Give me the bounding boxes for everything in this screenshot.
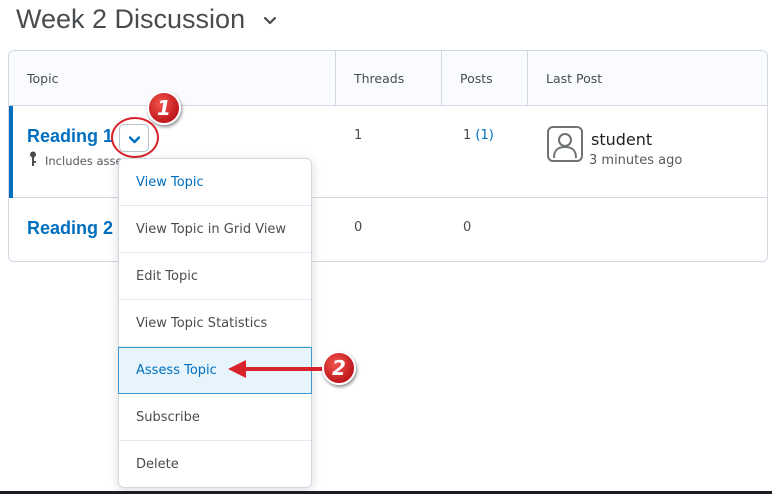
topic-link-reading-2[interactable]: Reading 2 xyxy=(27,218,113,239)
menu-item-view-topic[interactable]: View Topic xyxy=(119,159,311,206)
last-post-time: 3 minutes ago xyxy=(589,153,683,168)
topic-actions-button[interactable] xyxy=(119,124,149,152)
threads-count: 0 xyxy=(354,220,363,235)
page-title-container: Week 2 Discussion xyxy=(16,2,277,36)
posts-count: 0 xyxy=(463,220,472,235)
header-posts: Posts xyxy=(460,71,493,86)
avatar xyxy=(547,126,583,162)
menu-item-view-topic-grid[interactable]: View Topic in Grid View xyxy=(119,206,311,253)
table-header: Topic Threads Posts Last Post xyxy=(9,51,767,106)
threads-count: 1 xyxy=(354,128,363,143)
chevron-down-icon xyxy=(128,129,140,148)
page-title: Week 2 Discussion xyxy=(16,3,246,34)
posts-count: 1 (1) xyxy=(463,128,494,143)
header-threads: Threads xyxy=(354,71,405,86)
user-icon xyxy=(553,133,577,159)
menu-item-delete[interactable]: Delete xyxy=(119,441,311,488)
topic-link-reading-1[interactable]: Reading 1 xyxy=(27,126,113,147)
key-icon xyxy=(29,151,45,170)
header-divider xyxy=(441,51,442,106)
header-divider xyxy=(527,51,528,106)
selected-row-indicator xyxy=(9,106,13,198)
topic-actions-menu: View Topic View Topic in Grid View Edit … xyxy=(118,158,312,488)
posts-total: 1 xyxy=(463,128,472,143)
chevron-down-icon[interactable] xyxy=(263,14,277,28)
header-topic: Topic xyxy=(27,71,59,86)
posts-unread-link[interactable]: (1) xyxy=(475,128,493,143)
header-last-post: Last Post xyxy=(546,71,603,86)
annotation-arrow-icon xyxy=(228,360,324,378)
header-divider xyxy=(335,51,336,106)
annotation-badge-1: 1 xyxy=(147,91,181,125)
menu-item-view-topic-statistics[interactable]: View Topic Statistics xyxy=(119,300,311,347)
menu-item-edit-topic[interactable]: Edit Topic xyxy=(119,253,311,300)
menu-item-subscribe[interactable]: Subscribe xyxy=(119,394,311,441)
last-post-user: student xyxy=(591,130,653,149)
annotation-badge-2: 2 xyxy=(322,351,356,385)
